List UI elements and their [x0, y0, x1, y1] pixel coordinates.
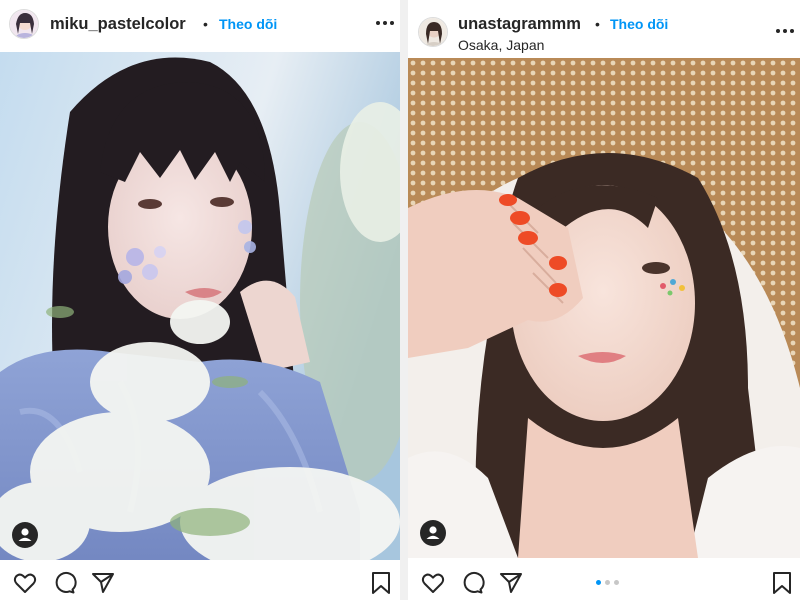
post-photo[interactable] — [0, 52, 400, 560]
feed-post-2: unastagrammm • Theo dõi Osaka, Japan — [408, 0, 800, 600]
post-header: miku_pastelcolor • Theo dõi — [0, 0, 400, 50]
avatar[interactable] — [418, 17, 448, 47]
like-icon[interactable] — [12, 570, 38, 596]
like-icon[interactable] — [420, 570, 446, 596]
comment-icon[interactable] — [51, 570, 77, 596]
post-actions — [0, 564, 400, 600]
carousel-dot[interactable] — [596, 580, 601, 585]
avatar[interactable] — [9, 9, 39, 39]
separator-dot: • — [595, 16, 600, 32]
share-icon[interactable] — [498, 570, 524, 596]
follow-button[interactable]: Theo dõi — [219, 16, 277, 32]
separator-dot: • — [203, 16, 208, 32]
more-horizontal-icon[interactable] — [774, 24, 796, 38]
more-horizontal-icon[interactable] — [374, 16, 396, 30]
follow-button[interactable]: Theo dõi — [610, 16, 668, 32]
carousel-indicator — [596, 580, 626, 586]
post-username[interactable]: miku_pastelcolor — [50, 15, 186, 34]
share-icon[interactable] — [90, 570, 116, 596]
user-tag-icon[interactable] — [420, 520, 446, 546]
save-icon[interactable] — [769, 570, 795, 596]
save-icon[interactable] — [368, 570, 394, 596]
comment-icon[interactable] — [459, 570, 485, 596]
carousel-dot[interactable] — [605, 580, 610, 585]
post-photo[interactable] — [408, 58, 800, 558]
post-actions — [408, 564, 800, 600]
feed-post-1: miku_pastelcolor • Theo dõi — [0, 0, 400, 600]
carousel-dot[interactable] — [614, 580, 619, 585]
post-divider — [400, 0, 408, 600]
post-username[interactable]: unastagrammm — [458, 15, 581, 34]
post-location[interactable]: Osaka, Japan — [458, 37, 544, 53]
post-header: unastagrammm • Theo dõi Osaka, Japan — [408, 0, 800, 58]
user-tag-icon[interactable] — [12, 522, 38, 548]
